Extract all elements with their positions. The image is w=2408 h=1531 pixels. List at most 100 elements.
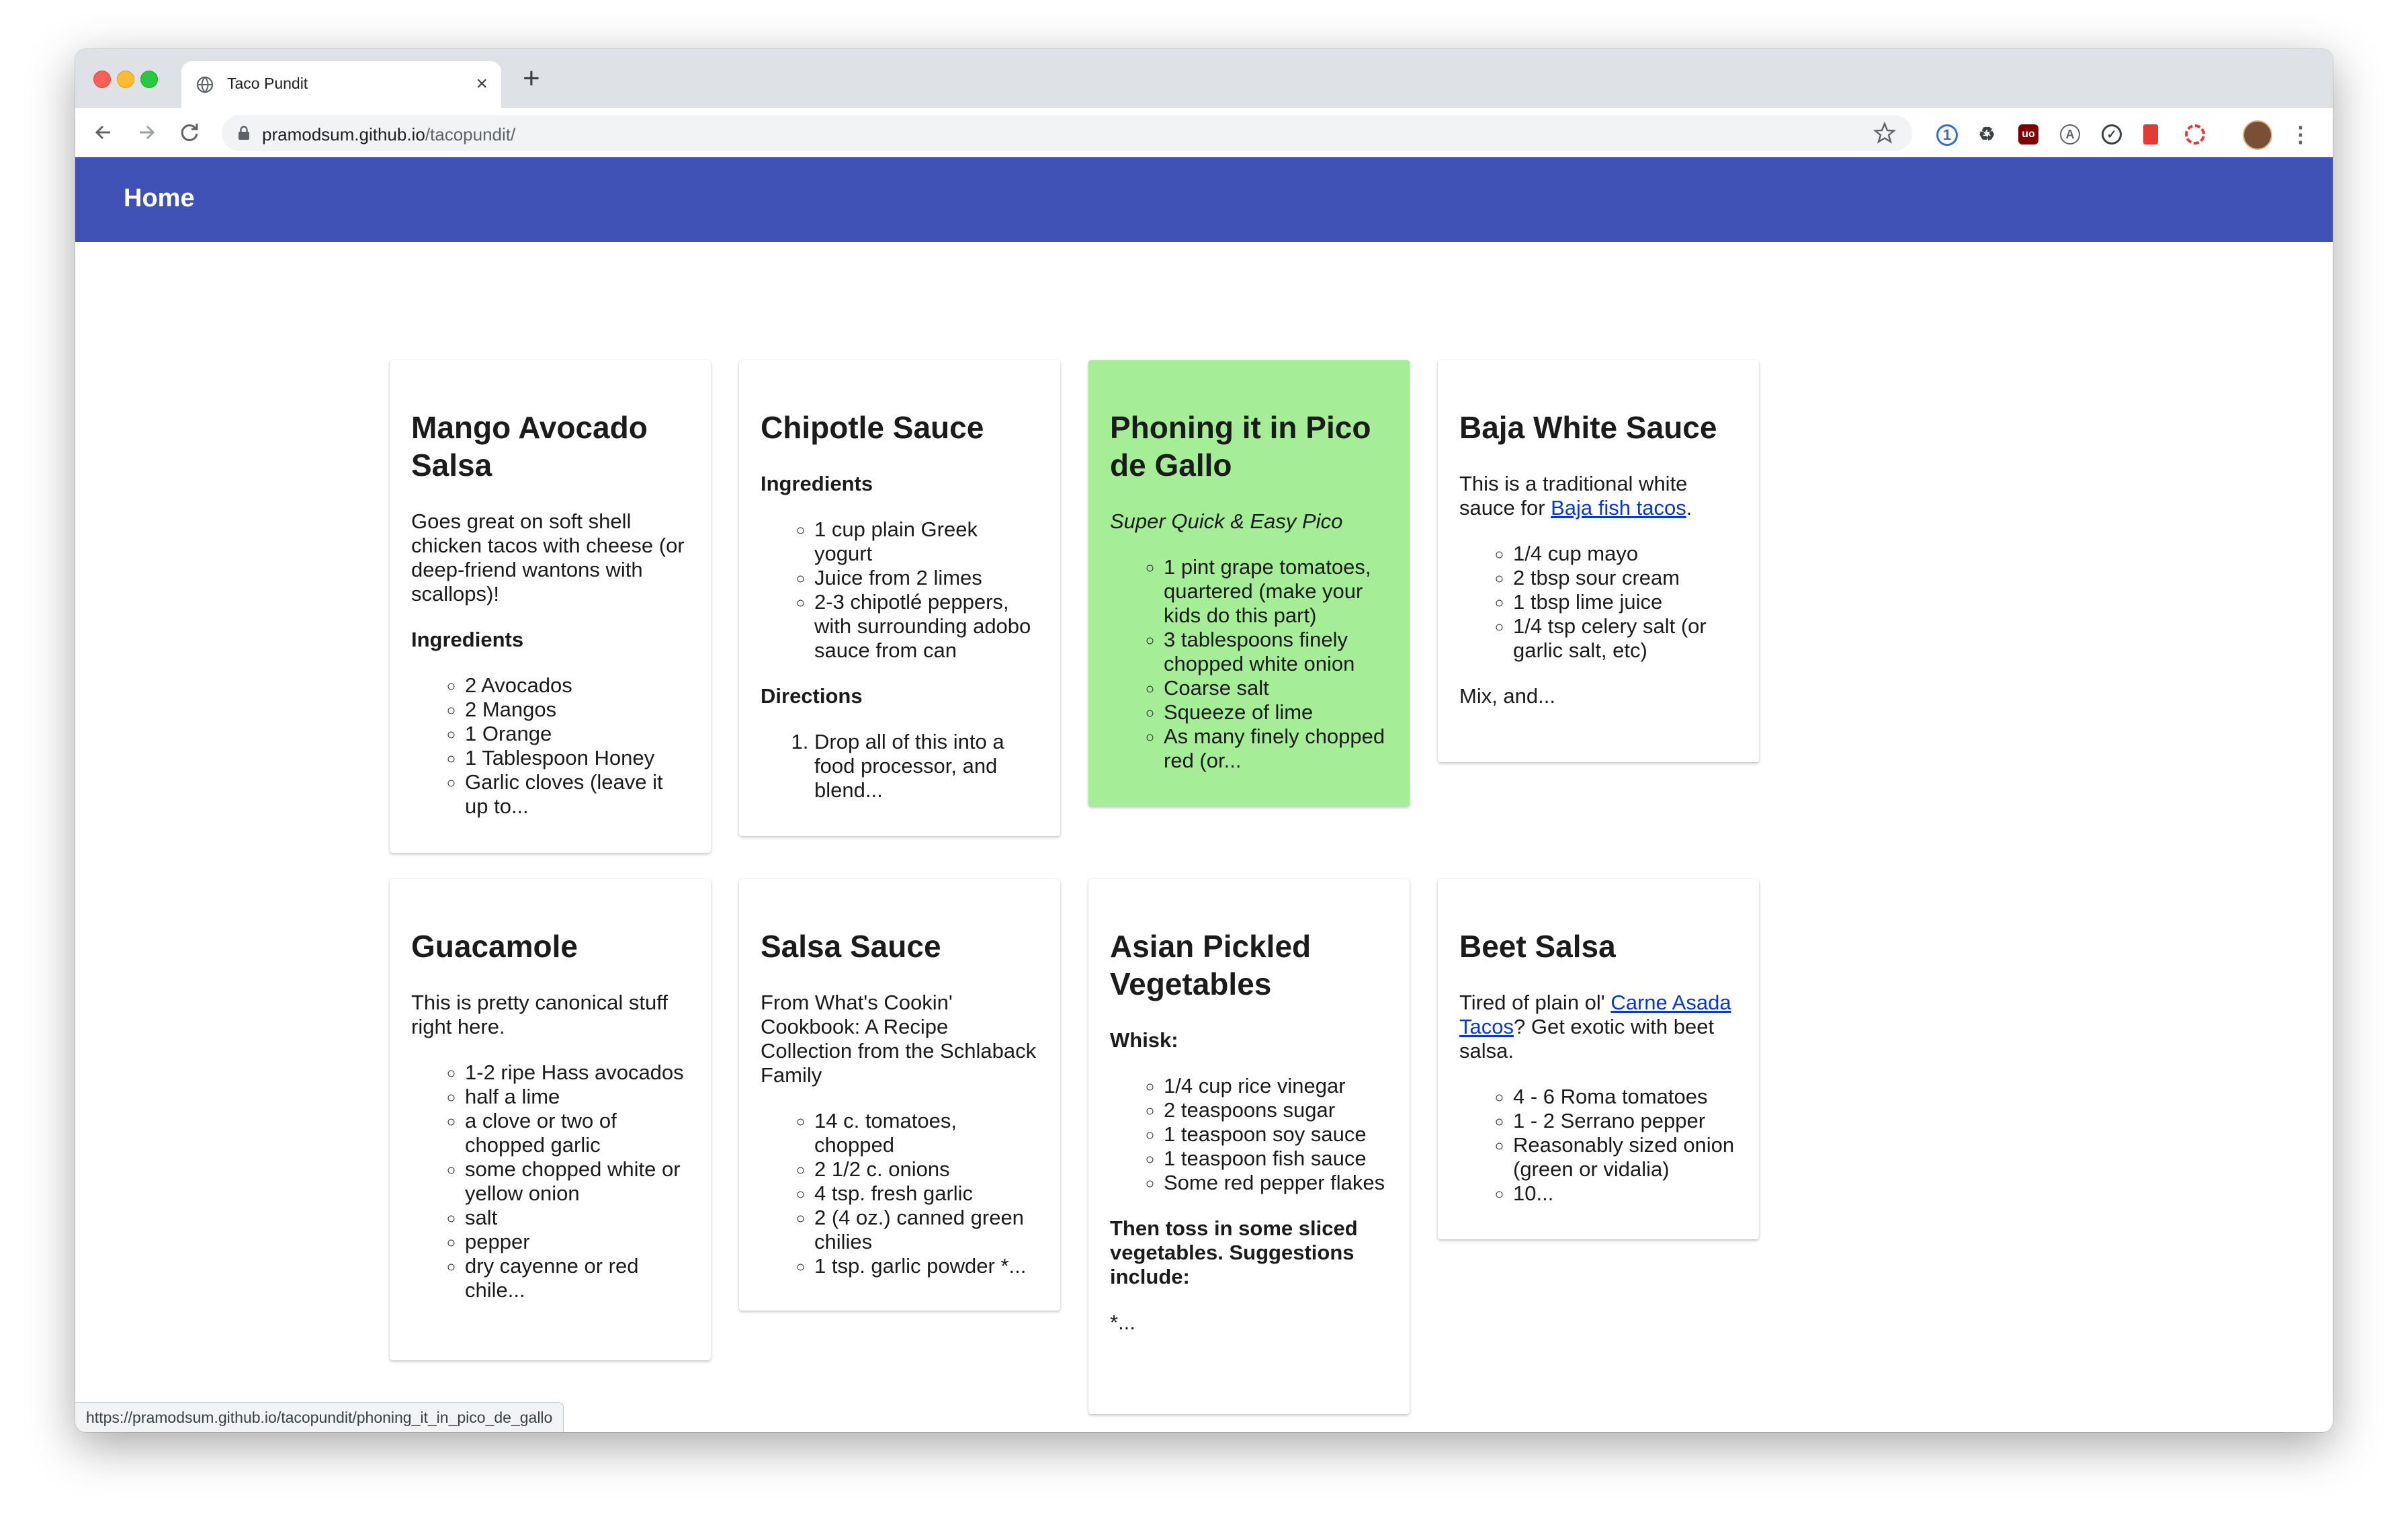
tab-strip: Taco Pundit × +	[75, 49, 2333, 108]
browser-toolbar: pramodsum.github.io/tacopundit/ 1 ♻ uo A…	[75, 108, 2333, 158]
maximize-window-button[interactable]	[140, 71, 158, 88]
list-item: 2 teaspoons sugar	[1164, 1098, 1388, 1122]
list-item: As many finely chopped red (or...	[1164, 725, 1388, 773]
card-asian-pickled-vegetables[interactable]: Asian Pickled Vegetables Whisk: 1/4 cup …	[1088, 879, 1410, 1414]
a-icon[interactable]: A	[2060, 124, 2080, 144]
new-tab-button[interactable]: +	[523, 63, 540, 95]
list-item: 1 teaspoon soy sauce	[1164, 1122, 1388, 1147]
card-description: Tired of plain ol' Carne Asada Tacos? Ge…	[1459, 991, 1737, 1063]
baja-fish-tacos-link[interactable]: Baja fish tacos	[1551, 496, 1686, 520]
list-item: 1 Orange	[465, 722, 689, 746]
address-bar[interactable]: pramodsum.github.io/tacopundit/	[222, 115, 1912, 151]
list-item: Drop all of this into a food processor, …	[814, 730, 1039, 802]
card-baja-white-sauce[interactable]: Baja White Sauce This is a traditional w…	[1438, 360, 1759, 762]
close-window-button[interactable]	[93, 71, 111, 88]
url-path: /tacopundit/	[425, 124, 516, 144]
description-text: Tired of plain ol'	[1459, 991, 1611, 1014]
browser-window: Taco Pundit × + pramodsum.github.io/taco…	[75, 49, 2333, 1432]
card-chipotle-sauce[interactable]: Chipotle Sauce Ingredients 1 cup plain G…	[739, 360, 1060, 836]
ingredient-list: 4 - 6 Roma tomatoes 1 - 2 Serrano pepper…	[1459, 1085, 1737, 1206]
ingredient-list: 1 cup plain Greek yogurt Juice from 2 li…	[761, 518, 1039, 663]
list-item: 1 pint grape tomatoes, quartered (make y…	[1164, 555, 1388, 628]
recycle-icon[interactable]: ♻	[1977, 124, 1997, 144]
app-bar: Home	[75, 157, 2333, 242]
list-item: dry cayenne or red chile...	[465, 1254, 689, 1302]
list-item: 2-3 chipotlé peppers, with surrounding a…	[814, 590, 1039, 663]
url-host: pramodsum.github.io	[262, 124, 425, 144]
list-item: 1 - 2 Serrano pepper	[1513, 1109, 1737, 1133]
more-icon[interactable]: ⋮	[2290, 124, 2311, 145]
list-item: 1 Tablespoon Honey	[465, 746, 689, 770]
list-item: 1/4 cup mayo	[1513, 542, 1737, 566]
list-item: Garlic cloves (leave it up to...	[465, 770, 689, 819]
list-item: 1 tbsp lime juice	[1513, 590, 1737, 614]
card-title: Salsa Sauce	[761, 929, 941, 964]
list-item: half a lime	[465, 1085, 689, 1109]
list-item: 10...	[1513, 1182, 1737, 1206]
bookmark-icon[interactable]	[2143, 124, 2158, 144]
list-item: 1/4 cup rice vinegar	[1164, 1074, 1388, 1098]
list-item: 1-2 ripe Hass avocados	[465, 1061, 689, 1085]
ingredient-list: 14 c. tomatoes, chopped 2 1/2 c. onions …	[761, 1109, 1039, 1278]
list-item: 14 c. tomatoes, chopped	[814, 1109, 1039, 1157]
card-beet-salsa[interactable]: Beet Salsa Tired of plain ol' Carne Asad…	[1438, 879, 1759, 1239]
card-description: This is a traditional white sauce for Ba…	[1459, 472, 1737, 520]
card-description: Goes great on soft shell chicken tacos w…	[411, 509, 685, 606]
card-title: Phoning it in Pico de Gallo	[1110, 410, 1371, 483]
list-item: 1 tsp. garlic powder *...	[814, 1254, 1039, 1278]
home-link[interactable]: Home	[124, 184, 195, 213]
list-item: some chopped white or yellow onion	[465, 1157, 689, 1206]
globe-icon	[196, 76, 214, 93]
card-description: From What's Cookin' Cookbook: A Recipe C…	[761, 991, 1037, 1087]
list-item: Some red pepper flakes	[1164, 1171, 1388, 1195]
card-title: Beet Salsa	[1459, 929, 1616, 964]
check-circle-icon[interactable]: ✓	[2102, 124, 2122, 144]
tab-title: Taco Pundit	[227, 75, 308, 92]
1password-icon[interactable]: 1	[1936, 124, 1958, 146]
list-item: a clove or two of chopped garlic	[465, 1109, 689, 1157]
list-item: 4 - 6 Roma tomatoes	[1513, 1085, 1737, 1109]
card-salsa-sauce[interactable]: Salsa Sauce From What's Cookin' Cookbook…	[739, 879, 1060, 1311]
url-text[interactable]: pramodsum.github.io/tacopundit/	[262, 124, 515, 145]
list-item: 1 cup plain Greek yogurt	[814, 518, 1039, 566]
minimize-window-button[interactable]	[117, 71, 134, 88]
card-description: This is pretty canonical stuff right her…	[411, 991, 668, 1038]
reload-icon[interactable]	[177, 120, 202, 144]
ingredient-list: 1 pint grape tomatoes, quartered (make y…	[1110, 555, 1388, 773]
list-item: 2 1/2 c. onions	[814, 1157, 1039, 1182]
list-item: 2 (4 oz.) canned green chilies	[814, 1206, 1039, 1254]
lifering-icon[interactable]	[2185, 124, 2205, 144]
ingredients-heading: Ingredients	[411, 628, 524, 651]
card-title: Guacamole	[411, 929, 578, 964]
card-phoning-it-in-pico-de-gallo[interactable]: Phoning it in Pico de Gallo Super Quick …	[1088, 360, 1410, 806]
list-item: 1/4 tsp celery salt (or garlic salt, etc…	[1513, 614, 1737, 663]
close-tab-icon[interactable]: ×	[476, 72, 488, 96]
ingredient-list: 2 Avocados 2 Mangos 1 Orange 1 Tablespoo…	[411, 673, 689, 819]
card-title: Baja White Sauce	[1459, 410, 1717, 445]
list-item: 2 Avocados	[465, 673, 689, 698]
list-item: Reasonably sized onion (green or vidalia…	[1513, 1133, 1737, 1182]
forward-arrow-icon[interactable]	[134, 120, 159, 144]
tab-taco-pundit[interactable]: Taco Pundit ×	[181, 61, 501, 108]
list-item: Coarse salt	[1164, 676, 1388, 700]
back-arrow-icon[interactable]	[91, 120, 116, 144]
description-text: .	[1686, 496, 1692, 520]
bookmark-star-icon[interactable]	[1873, 122, 1896, 144]
ingredients-heading: Ingredients	[761, 472, 873, 495]
list-item: Squeeze of lime	[1164, 700, 1388, 725]
avatar[interactable]	[2243, 120, 2272, 150]
list-item: pepper	[465, 1230, 689, 1254]
directions-list: Drop all of this into a food processor, …	[761, 730, 1039, 802]
list-item: 3 tablespoons finely chopped white onion	[1164, 628, 1388, 676]
ingredient-list: 1/4 cup rice vinegar 2 teaspoons sugar 1…	[1110, 1074, 1388, 1195]
lock-icon[interactable]	[235, 124, 253, 142]
ublock-icon[interactable]: uo	[2018, 124, 2038, 144]
list-item: Juice from 2 limes	[814, 566, 1039, 590]
card-guacamole[interactable]: Guacamole This is pretty canonical stuff…	[390, 879, 711, 1360]
ingredient-list: 1/4 cup mayo 2 tbsp sour cream 1 tbsp li…	[1459, 542, 1737, 663]
list-item: 4 tsp. fresh garlic	[814, 1182, 1039, 1206]
list-item: 2 tbsp sour cream	[1513, 566, 1737, 590]
recipe-grid: Mango Avocado Salsa Goes great on soft s…	[75, 242, 2333, 1432]
card-mango-avocado-salsa[interactable]: Mango Avocado Salsa Goes great on soft s…	[390, 360, 711, 853]
card-title: Asian Pickled Vegetables	[1110, 929, 1312, 1001]
